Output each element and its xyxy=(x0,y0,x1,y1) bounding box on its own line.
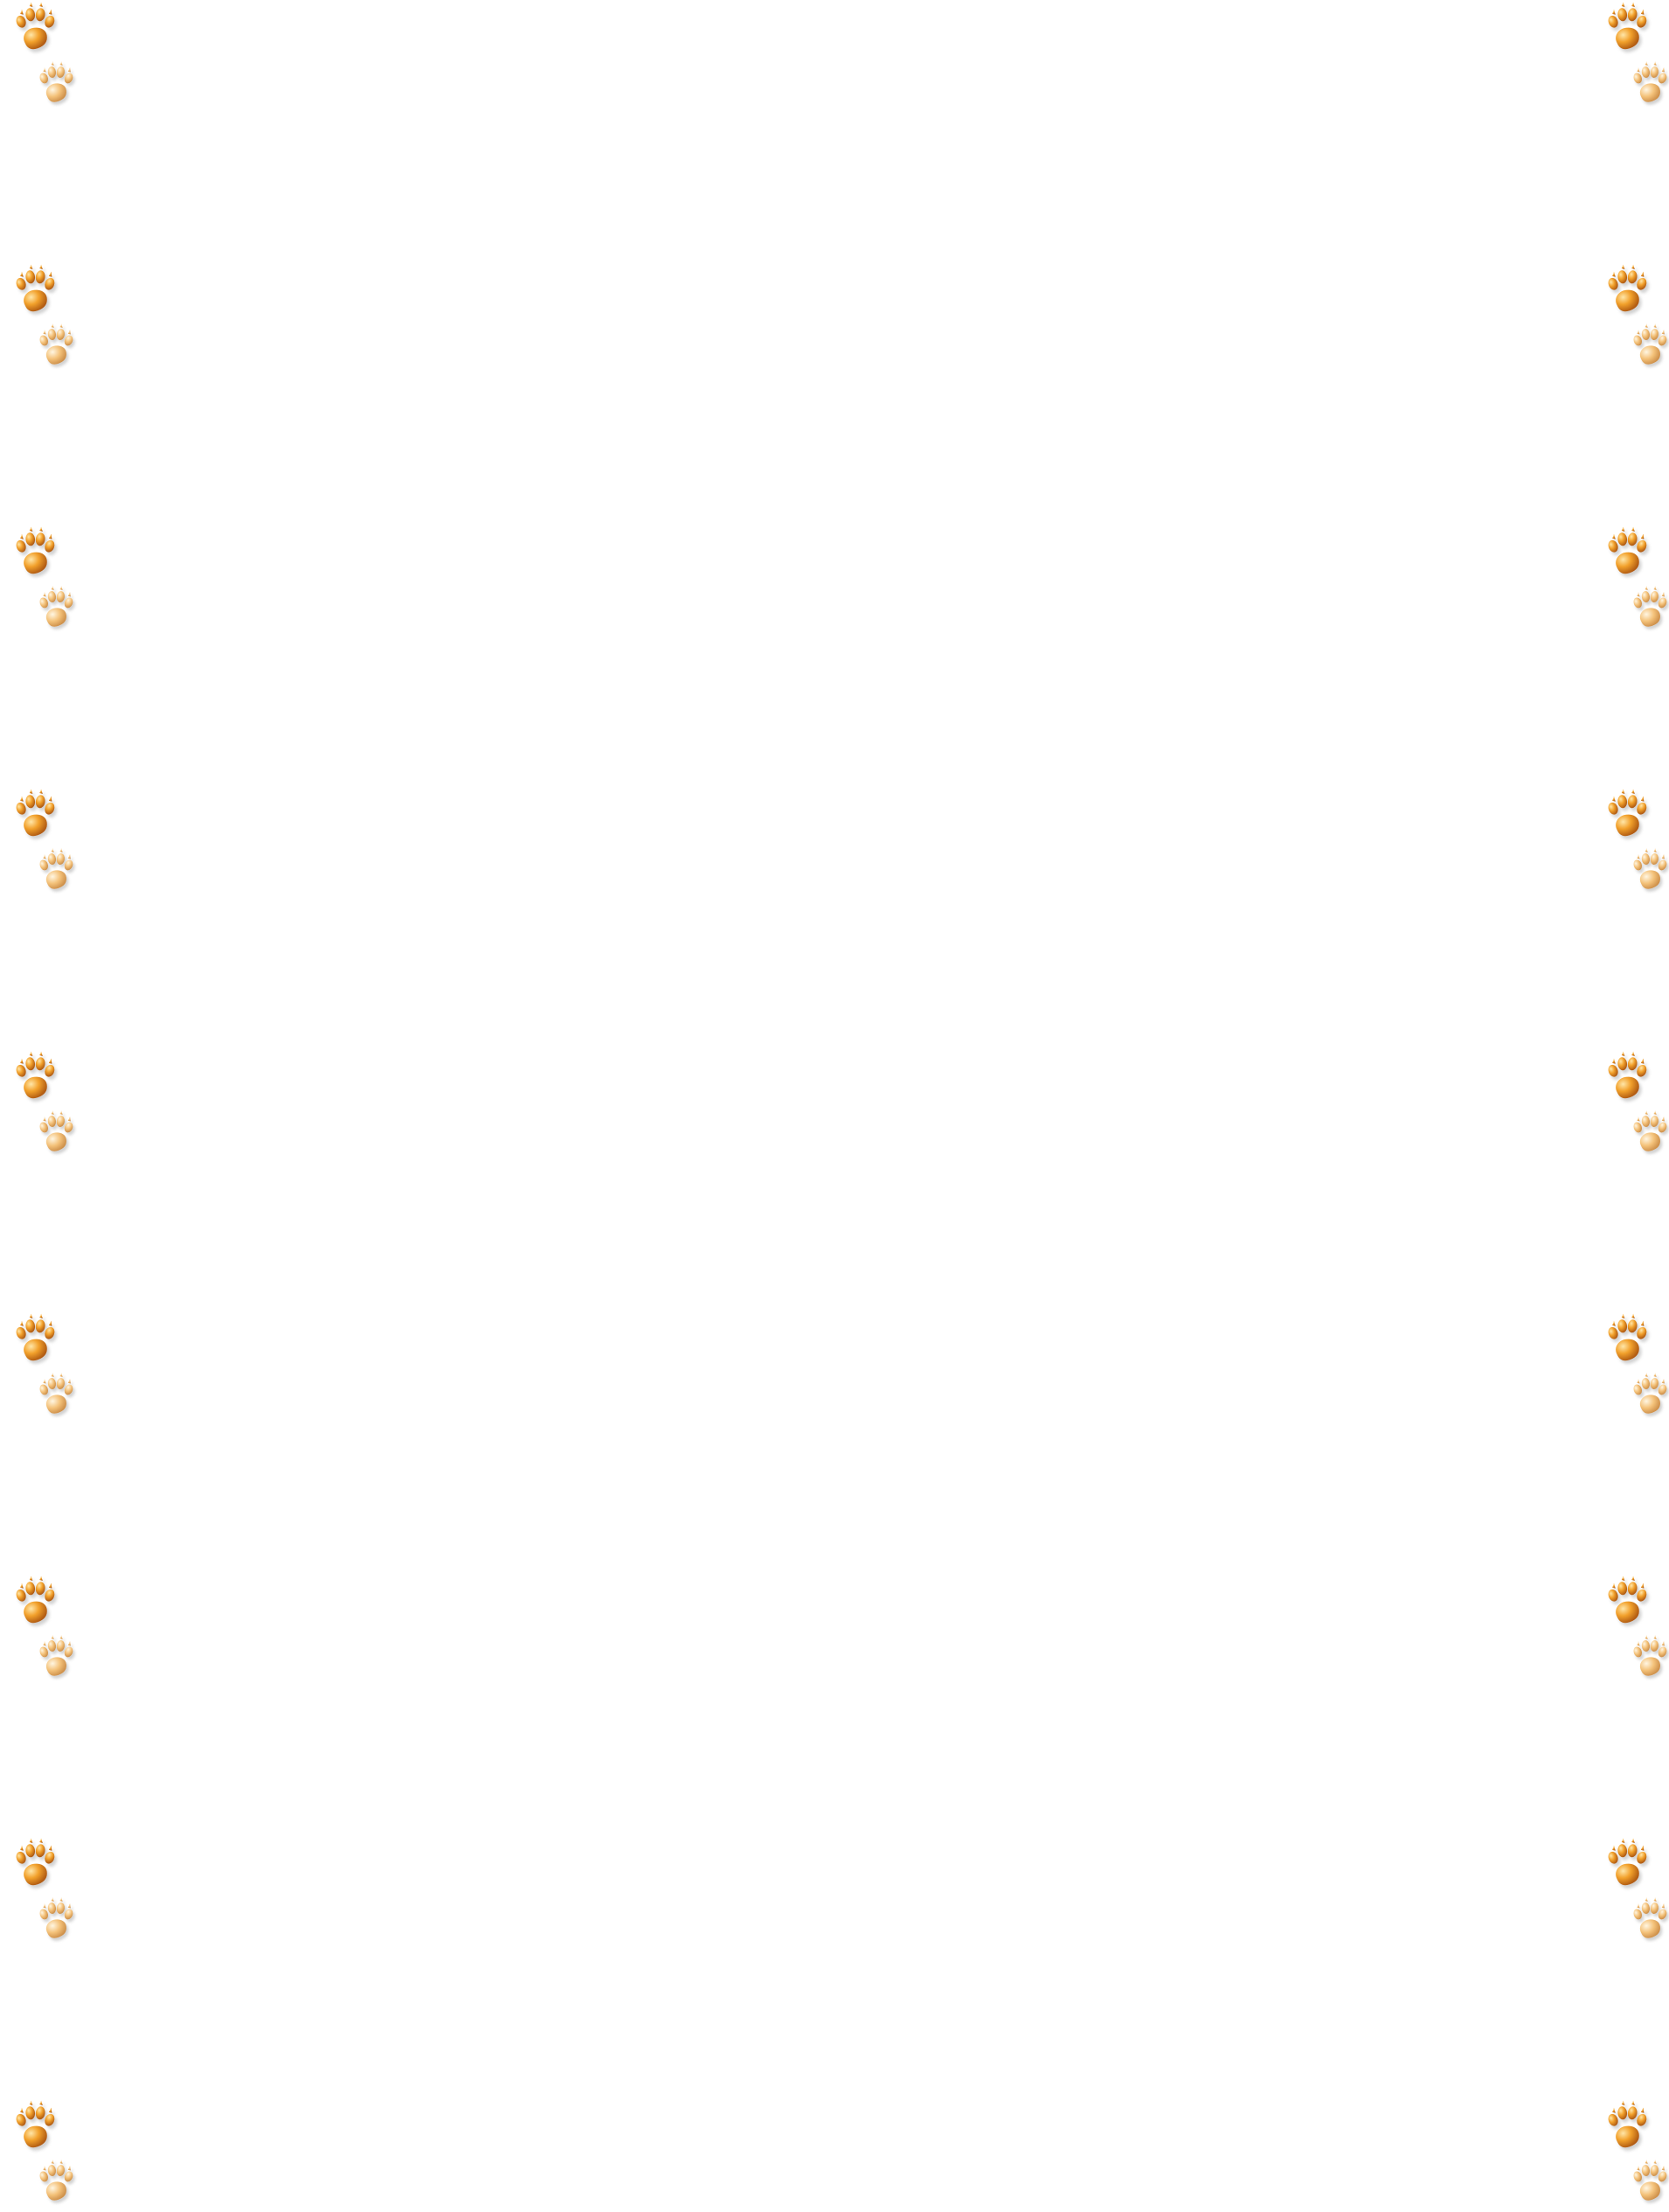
paw-print-pair xyxy=(0,1574,87,1687)
paw-print-icon xyxy=(9,787,61,839)
page xyxy=(0,0,1669,2209)
paw-print-pair xyxy=(0,0,87,114)
paw-print-icon xyxy=(1627,1371,1669,1416)
paw-print-pair xyxy=(1582,1049,1669,1163)
paw-print-pair xyxy=(1582,1574,1669,1687)
paw-print-icon xyxy=(9,1049,61,1102)
paw-print-pair xyxy=(0,1049,87,1163)
left-paw-border xyxy=(0,0,87,2209)
paw-print-icon xyxy=(9,1311,61,1364)
paw-print-pair xyxy=(1582,787,1669,901)
paw-print-pair xyxy=(0,262,87,376)
paw-print-icon xyxy=(33,1371,79,1416)
paw-print-icon xyxy=(1601,0,1653,52)
paw-print-icon xyxy=(1601,1049,1653,1102)
paw-print-icon xyxy=(1601,525,1653,577)
paw-print-pair xyxy=(1582,525,1669,638)
paw-print-icon xyxy=(1627,2158,1669,2203)
paw-print-icon xyxy=(9,525,61,577)
paw-print-icon xyxy=(1601,1311,1653,1364)
paw-print-pair xyxy=(0,1311,87,1425)
paw-print-icon xyxy=(9,2098,61,2151)
paw-print-pair xyxy=(0,525,87,638)
paw-print-icon xyxy=(1627,59,1669,105)
paw-print-pair xyxy=(1582,1836,1669,1950)
paw-print-icon xyxy=(33,322,79,367)
paw-print-icon xyxy=(9,1574,61,1626)
paw-print-pair xyxy=(0,2098,87,2212)
paw-print-icon xyxy=(1601,1836,1653,1889)
paw-print-pair xyxy=(0,787,87,901)
right-paw-border xyxy=(1582,0,1669,2209)
paw-print-pair xyxy=(1582,1311,1669,1425)
paw-print-icon xyxy=(9,262,61,315)
paw-print-icon xyxy=(1601,787,1653,839)
paw-print-icon xyxy=(33,584,79,630)
paw-print-icon xyxy=(1627,322,1669,367)
paw-print-icon xyxy=(1601,1574,1653,1626)
paw-print-icon xyxy=(1627,846,1669,892)
paw-print-icon xyxy=(9,0,61,52)
paw-print-icon xyxy=(1601,262,1653,315)
paw-print-icon xyxy=(1601,2098,1653,2151)
paw-print-icon xyxy=(33,1109,79,1154)
paw-print-icon xyxy=(33,1896,79,1941)
paw-print-icon xyxy=(33,846,79,892)
paw-print-icon xyxy=(1627,1896,1669,1941)
paw-print-icon xyxy=(33,2158,79,2203)
paw-print-pair xyxy=(0,1836,87,1950)
paw-print-icon xyxy=(33,1633,79,1679)
paw-print-icon xyxy=(1627,1633,1669,1679)
paw-print-pair xyxy=(1582,2098,1669,2212)
paw-print-pair xyxy=(1582,262,1669,376)
paw-print-icon xyxy=(33,59,79,105)
paw-print-icon xyxy=(1627,584,1669,630)
paw-print-icon xyxy=(9,1836,61,1889)
paw-print-pair xyxy=(1582,0,1669,114)
paw-print-icon xyxy=(1627,1109,1669,1154)
